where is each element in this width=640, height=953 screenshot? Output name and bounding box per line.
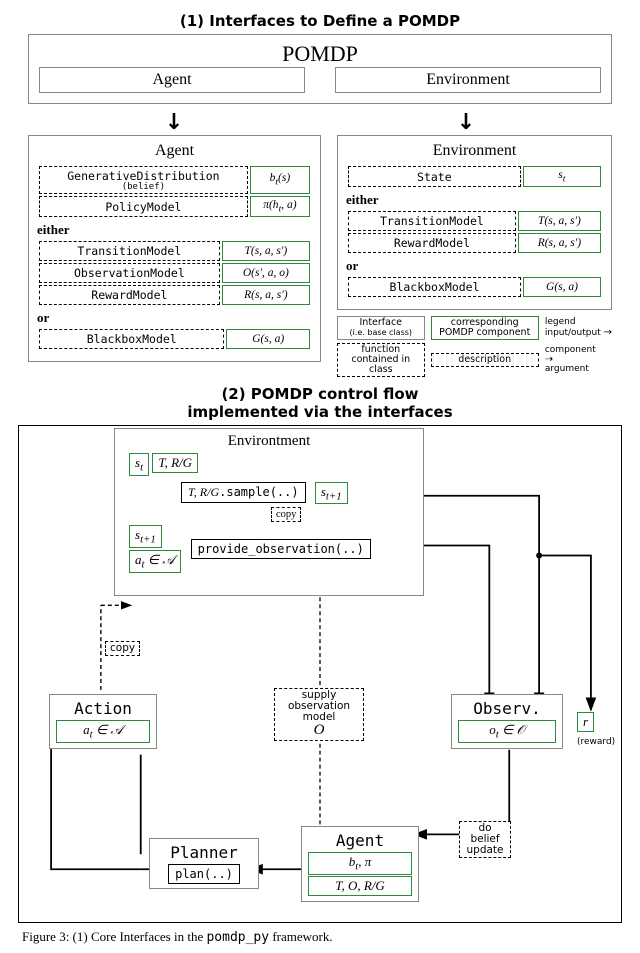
flow-observ: Observ. ot ∈ 𝒪 bbox=[451, 694, 563, 749]
flow-reward: r (reward) bbox=[577, 711, 621, 748]
math-transition: T(s, a, s′) bbox=[222, 241, 310, 261]
if-transitionmodel-env: TransitionModel bbox=[348, 211, 516, 231]
if-blackboxmodel: BlackboxModel bbox=[39, 329, 224, 349]
dash-belief: do belief update bbox=[459, 821, 511, 858]
math-reward: R(s, a, s′) bbox=[222, 285, 310, 305]
chip-stp1: st+1 bbox=[315, 482, 348, 505]
legend-interface: Interface (i.e. base class) bbox=[337, 316, 425, 340]
legend-description: description bbox=[431, 353, 539, 367]
math-state: st bbox=[523, 166, 601, 187]
agent-panel-title: Agent bbox=[37, 142, 312, 160]
if-rewardmodel: RewardModel bbox=[39, 285, 220, 305]
dash-supply: supply observation model O bbox=[274, 688, 364, 741]
math-belief: bt(s) bbox=[250, 166, 310, 194]
figure-caption: Figure 3: (1) Core Interfaces in the pom… bbox=[22, 929, 618, 945]
flow-action: Action at ∈ 𝒜 bbox=[49, 694, 157, 749]
agent-ifbox: Agent bbox=[39, 67, 305, 93]
sec2-title2: implemented via the interfaces bbox=[8, 403, 632, 421]
agent-panel: Agent GenerativeDistribution (belief) bt… bbox=[28, 135, 321, 362]
arrow-down-icon bbox=[165, 110, 183, 135]
if-transitionmodel: TransitionModel bbox=[39, 241, 220, 261]
if-blackboxmodel-env: BlackboxModel bbox=[348, 277, 521, 297]
math-blackbox: G(s, a) bbox=[226, 329, 310, 349]
legend: Interface (i.e. base class) correspondin… bbox=[337, 316, 612, 377]
pomdp-outer: POMDP Agent Environment bbox=[28, 34, 612, 104]
kw-either: either bbox=[37, 222, 312, 238]
arrow-down-icon bbox=[457, 110, 475, 135]
flow-diagram: Environtment st T, R/G T, R/G.sample(..)… bbox=[18, 425, 622, 923]
if-state: State bbox=[348, 166, 521, 187]
flow-planner: Planner plan(..) bbox=[149, 838, 259, 889]
if-rewardmodel-env: RewardModel bbox=[348, 233, 516, 253]
math-policy: π(ht, a) bbox=[250, 196, 310, 217]
sec1-title: (1) Interfaces to Define a POMDP bbox=[8, 12, 632, 30]
pomdp-title: POMDP bbox=[39, 41, 601, 67]
math-observation: O(s′, a, o) bbox=[222, 263, 310, 283]
env-ifbox: Environment bbox=[335, 67, 601, 93]
dash-copy: copy bbox=[271, 507, 301, 522]
kw-or: or bbox=[37, 310, 312, 326]
chip-stp1b: st+1 bbox=[129, 525, 162, 548]
env-panel-title: Environment bbox=[346, 142, 603, 160]
dash-copy-outside: copy bbox=[105, 641, 140, 656]
call-provide-observation: provide_observation(..) bbox=[191, 539, 371, 559]
flow-agent: Agent bt, π T, O, R/G bbox=[301, 826, 419, 902]
chip-trg: T, R/G bbox=[152, 453, 198, 473]
env-panel: Environment State st either TransitionMo… bbox=[337, 135, 612, 310]
sec2-title1: (2) POMDP control flow bbox=[8, 385, 632, 403]
if-observationmodel: ObservationModel bbox=[39, 263, 220, 283]
legend-component: corresponding POMDP component bbox=[431, 316, 539, 340]
chip-st: st bbox=[129, 453, 149, 476]
if-policymodel: PolicyModel bbox=[39, 196, 248, 217]
if-generativedistribution: GenerativeDistribution (belief) bbox=[39, 166, 248, 194]
flow-env: Environtment st T, R/G T, R/G.sample(..)… bbox=[114, 428, 424, 596]
legend-function: function contained in class bbox=[337, 343, 425, 377]
call-plan: plan(..) bbox=[168, 864, 240, 884]
arrows bbox=[28, 110, 612, 135]
chip-aInA: at ∈ 𝒜 bbox=[129, 550, 181, 573]
call-sample: T, R/G.sample(..) bbox=[181, 482, 306, 503]
